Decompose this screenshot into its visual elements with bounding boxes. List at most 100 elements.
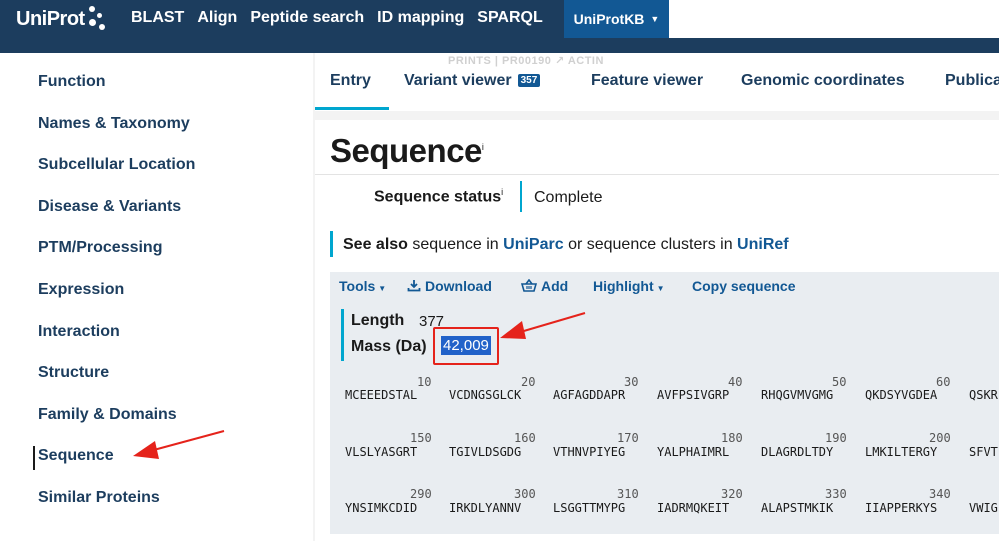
sequence-chunk: SFVT bbox=[969, 445, 998, 459]
sidebar-item-family-domains[interactable]: Family & Domains bbox=[38, 406, 177, 424]
position-label: 190 bbox=[825, 431, 847, 445]
position-label: 160 bbox=[514, 431, 536, 445]
position-label: 320 bbox=[721, 487, 743, 501]
download-icon bbox=[407, 280, 421, 292]
position-label: 200 bbox=[929, 431, 951, 445]
tab-variant-viewer-label: Variant viewer bbox=[404, 72, 512, 89]
sequence-chunk: QKDSYVGDEA bbox=[865, 388, 938, 402]
sidebar-item-subcellular-location[interactable]: Subcellular Location bbox=[38, 156, 195, 174]
see-also-line: See also sequence in UniParc or sequence… bbox=[343, 236, 789, 254]
position-label: 170 bbox=[617, 431, 639, 445]
sequence-chunk: DLAGRDLTDY bbox=[761, 445, 834, 459]
sequence-chunk: QSKR bbox=[969, 388, 998, 402]
nav-peptide-search[interactable]: Peptide search bbox=[250, 9, 364, 27]
download-button[interactable]: Download bbox=[407, 278, 492, 294]
sidebar-item-function[interactable]: Function bbox=[38, 73, 106, 91]
position-label: 340 bbox=[929, 487, 951, 501]
sequence-status-value: Complete bbox=[534, 189, 603, 206]
add-label: Add bbox=[541, 278, 569, 294]
tab-feature-viewer[interactable]: Feature viewer bbox=[591, 72, 703, 90]
see-also-accent bbox=[330, 231, 333, 257]
uniref-link[interactable]: UniRef bbox=[737, 236, 789, 253]
sidebar-item-expression[interactable]: Expression bbox=[38, 281, 124, 299]
caret-down-icon: ▼ bbox=[656, 284, 665, 293]
logo-dots-icon bbox=[87, 4, 109, 34]
tab-publications[interactable]: Publica bbox=[945, 72, 999, 90]
copy-sequence-button[interactable]: Copy sequence bbox=[692, 278, 795, 294]
annotation-highlight-box bbox=[433, 327, 499, 365]
sequence-status-label: Sequence statusi bbox=[374, 187, 503, 206]
sequence-chunk: VTHNVPIYEG bbox=[553, 445, 626, 459]
length-mass-accent bbox=[341, 309, 344, 361]
sequence-chunk: RHQGVMVGMG bbox=[761, 388, 834, 402]
sequence-chunk: VCDNGSGLCK bbox=[449, 388, 522, 402]
sequence-chunk: MCEEEDSTAL bbox=[345, 388, 418, 402]
section-title-text: Sequence bbox=[330, 132, 482, 169]
nav-sparql[interactable]: SPARQL bbox=[477, 9, 542, 27]
section-title: Sequencei bbox=[330, 132, 484, 170]
main-nav: BLAST Align Peptide search ID mapping SP… bbox=[131, 9, 556, 27]
sequence-chunk: LMKILTERGY bbox=[865, 445, 938, 459]
tools-dropdown[interactable]: Tools ▼ bbox=[339, 278, 386, 294]
database-selector-label: UniProtKB bbox=[573, 11, 645, 27]
sidebar-item-ptm-processing[interactable]: PTM/Processing bbox=[38, 239, 162, 257]
see-also-text-1: sequence in bbox=[412, 236, 499, 253]
info-icon[interactable]: i bbox=[482, 142, 484, 152]
nav-align[interactable]: Align bbox=[197, 9, 237, 27]
tab-entry[interactable]: Entry bbox=[330, 72, 371, 90]
sequence-chunk: IADRMQKEIT bbox=[657, 501, 730, 515]
sequence-chunk: LSGGTTMYPG bbox=[553, 501, 626, 515]
sequence-chunk: VWIG bbox=[969, 501, 998, 515]
tab-genomic-coordinates[interactable]: Genomic coordinates bbox=[741, 72, 905, 90]
position-label: 30 bbox=[624, 375, 639, 389]
highlight-dropdown[interactable]: Highlight ▼ bbox=[593, 278, 665, 294]
mass-label: Mass (Da) bbox=[351, 338, 427, 355]
logo-text: UniProt bbox=[16, 7, 85, 30]
sequence-chunk: TGIVLDSGDG bbox=[449, 445, 522, 459]
status-info-icon[interactable]: i bbox=[501, 187, 503, 197]
see-also-text-2: or sequence clusters in bbox=[568, 236, 733, 253]
add-to-basket-button[interactable]: Add bbox=[520, 278, 569, 294]
nav-blast[interactable]: BLAST bbox=[131, 9, 184, 27]
sequence-status-label-text: Sequence status bbox=[374, 188, 502, 206]
highlight-label: Highlight bbox=[593, 278, 654, 294]
caret-down-icon: ▼ bbox=[650, 14, 660, 24]
sequence-chunk: IRKDLYANNV bbox=[449, 501, 522, 515]
sidebar-item-similar-proteins[interactable]: Similar Proteins bbox=[38, 489, 160, 507]
position-label: 300 bbox=[514, 487, 536, 501]
status-separator bbox=[520, 181, 522, 212]
sequence-chunk: VLSLYASGRT bbox=[345, 445, 418, 459]
search-input[interactable] bbox=[669, 0, 999, 38]
position-label: 330 bbox=[825, 487, 847, 501]
sequence-chunk: ALAPSTMKIK bbox=[761, 501, 834, 515]
position-label: 50 bbox=[832, 375, 847, 389]
tools-label: Tools bbox=[339, 278, 376, 294]
variant-count-badge: 357 bbox=[517, 74, 541, 88]
uniprot-logo[interactable]: UniProt bbox=[16, 4, 109, 34]
tab-variant-viewer[interactable]: Variant viewer 357 bbox=[404, 72, 541, 90]
sidebar-item-disease-variants[interactable]: Disease & Variants bbox=[38, 198, 181, 216]
sequence-chunk: YNSIMKCDID bbox=[345, 501, 418, 515]
position-label: 10 bbox=[417, 375, 432, 389]
sidebar-item-structure[interactable]: Structure bbox=[38, 364, 109, 382]
sequence-chunk: YALPHAIMRL bbox=[657, 445, 730, 459]
basket-icon bbox=[520, 278, 538, 292]
sequence-chunk: AVFPSIVGRP bbox=[657, 388, 730, 402]
faded-reference-text: PRINTS | PR00190 ↗ ACTIN bbox=[448, 55, 604, 67]
sidebar-item-interaction[interactable]: Interaction bbox=[38, 323, 120, 341]
uniparc-link[interactable]: UniParc bbox=[503, 236, 563, 253]
database-selector-button[interactable]: UniProtKB ▼ bbox=[564, 0, 669, 38]
position-label: 20 bbox=[521, 375, 536, 389]
active-tab-indicator bbox=[315, 107, 389, 110]
active-section-marker bbox=[33, 446, 35, 470]
position-label: 40 bbox=[728, 375, 743, 389]
sequence-chunk: IIAPPERKYS bbox=[865, 501, 938, 515]
nav-id-mapping[interactable]: ID mapping bbox=[377, 9, 464, 27]
position-label: 310 bbox=[617, 487, 639, 501]
position-label: 290 bbox=[410, 487, 432, 501]
caret-down-icon: ▼ bbox=[378, 284, 387, 293]
position-label: 180 bbox=[721, 431, 743, 445]
top-navigation-bar: UniProt BLAST Align Peptide search ID ma… bbox=[0, 0, 999, 53]
sidebar-item-names-taxonomy[interactable]: Names & Taxonomy bbox=[38, 115, 190, 133]
sidebar-item-sequence[interactable]: Sequence bbox=[38, 447, 114, 465]
